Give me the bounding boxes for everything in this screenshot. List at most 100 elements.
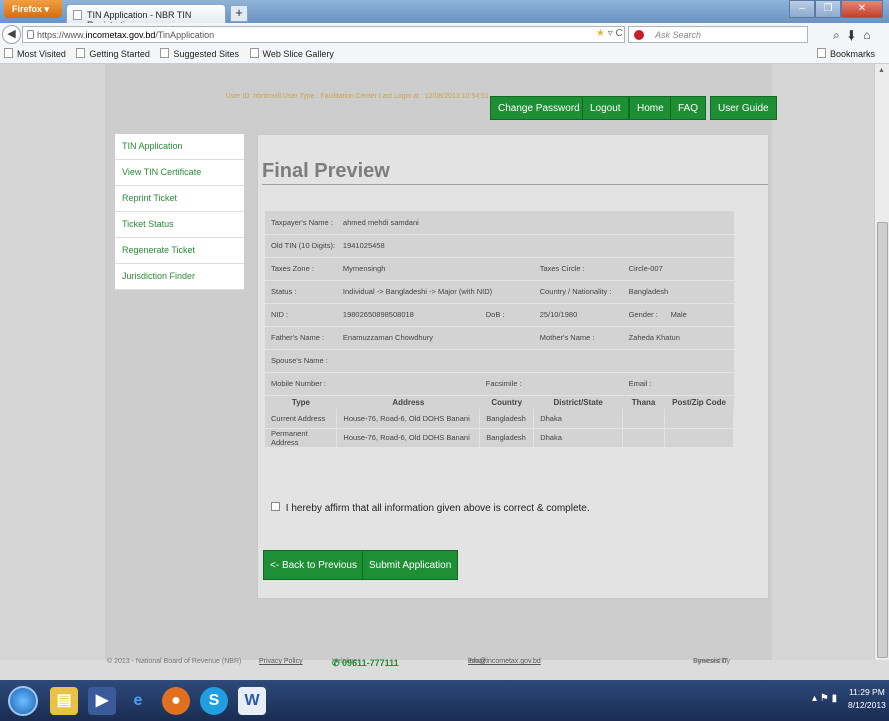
address-type: Permanent Address (265, 428, 338, 448)
change-password-button[interactable]: Change Password (490, 96, 588, 120)
scrollbar-thumb[interactable] (877, 222, 888, 658)
flag-icon[interactable]: ⚑ (820, 693, 829, 704)
sidebar-item-view-tin-certificate[interactable]: View TIN Certificate (115, 160, 244, 186)
new-tab-button[interactable]: + (230, 5, 248, 22)
bookmark-item[interactable]: Suggested Sites (160, 48, 243, 59)
header-buttons: Logout (582, 96, 629, 120)
field-value: Zaheda Khatun (622, 326, 734, 350)
field-label: Gender : (622, 303, 665, 327)
bookmark-page-icon (76, 48, 86, 58)
internet-explorer-icon[interactable]: e (124, 687, 152, 715)
user-guide-button[interactable]: User Guide (710, 96, 777, 120)
reload-icon[interactable]: ▿ C (608, 28, 623, 39)
close-icon[interactable]: ✕ (841, 0, 883, 18)
bookmark-page-icon (249, 48, 259, 58)
window-controls: – ❐ ✕ (789, 0, 883, 18)
bookmark-item[interactable]: Getting Started (76, 48, 154, 59)
scroll-up-icon[interactable]: ▲ (878, 67, 885, 74)
word-icon[interactable]: W (238, 687, 266, 715)
column-header: District/State (553, 397, 603, 407)
affirm-checkbox[interactable] (271, 502, 280, 511)
firefox-menu-button[interactable]: Firefox ▾ (4, 0, 62, 18)
affirm-label: I hereby affirm that all information giv… (285, 503, 590, 514)
sidebar-item-tin-application[interactable]: TIN Application (115, 134, 244, 160)
column-header: Thana (631, 397, 656, 407)
url-path: /TinApplication (155, 30, 215, 40)
bookmark-item[interactable]: Web Slice Gallery (249, 48, 338, 59)
media-player-icon[interactable]: ▶ (88, 687, 116, 715)
bookmarks-menu-button[interactable]: Bookmarks (816, 48, 879, 59)
header-buttons: User Guide (710, 96, 777, 120)
address-district: Dhaka (533, 409, 624, 429)
column-header: Type (291, 397, 310, 407)
field-label: Mother's Name : (533, 326, 623, 350)
email-link[interactable]: info@incometax.gov.bd (468, 658, 541, 665)
url-host: incometax.gov.bd (85, 30, 156, 40)
field-label: NID : (265, 303, 337, 327)
column-header: Address (392, 397, 425, 407)
helpline-number: ✆ 09611-777111 (332, 658, 399, 668)
table-row: Current Address House-76, Road-6, Old DO… (265, 409, 734, 429)
table-row: Status : Individual -> Bangladeshi -> Ma… (265, 280, 734, 304)
download-icon[interactable]: ⬇ (848, 28, 863, 42)
table-row: Permanent Address House-76, Road-6, Old … (265, 428, 734, 448)
field-label: DoB : (479, 303, 534, 327)
field-value: ahmed mehdi samdani (336, 211, 734, 235)
url-prefix: https://www. (37, 30, 86, 40)
sidebar-item-regenerate-ticket[interactable]: Regenerate Ticket (115, 238, 244, 264)
url-bar[interactable]: https://www.incometax.gov.bd/TinApplicat… (22, 26, 625, 43)
home-icon[interactable]: ⌂ (863, 28, 878, 42)
tray-arrow-icon[interactable]: ▴ (812, 693, 817, 704)
address-thana (622, 428, 666, 448)
powered-by: Powered by Synesis IT (693, 658, 730, 665)
clock-time: 11:29 PM (849, 687, 885, 697)
minimize-icon[interactable]: – (789, 0, 815, 18)
field-label: Country / Nationality : (533, 280, 623, 304)
explorer-icon[interactable]: ▤ (50, 687, 78, 715)
field-label: Taxpayer's Name : (265, 211, 337, 235)
field-value: Enamuzzaman Chowdhury (336, 326, 534, 350)
start-button[interactable] (8, 686, 38, 716)
maximize-icon[interactable]: ❐ (815, 0, 841, 18)
preview-table: Taxpayer's Name : ahmed mehdi samdani Ol… (265, 211, 734, 448)
affirm-row: I hereby affirm that all information giv… (271, 502, 590, 514)
privacy-policy-link[interactable]: Privacy Policy (259, 658, 303, 665)
back-arrow-icon[interactable]: ◀ (2, 25, 21, 44)
title-divider (262, 184, 768, 185)
address-text: House-76, Road-6, Old DOHS Banani (336, 409, 481, 429)
faq-button[interactable]: FAQ (670, 96, 707, 120)
field-label: Mobile Number : (265, 372, 480, 396)
copyright-text: © 2013 - National Board of Revenue (NBR) (107, 658, 242, 665)
back-to-previous-button[interactable]: <- Back to Previous (263, 550, 364, 580)
field-label: Father's Name : (265, 326, 337, 350)
field-value: Circle-007 (622, 257, 734, 281)
page-favicon-icon (73, 10, 82, 20)
skype-icon[interactable]: S (200, 687, 228, 715)
system-clock[interactable]: 11:29 PM 8/12/2013 (848, 686, 886, 712)
address-header-row: Type Address Country District/State Than… (265, 395, 734, 409)
field-label: Facsimile : (479, 372, 623, 396)
search-placeholder: Ask Search (655, 30, 702, 40)
header-buttons: Change Password (490, 96, 588, 120)
address-text: House-76, Road-6, Old DOHS Banani (336, 428, 481, 448)
sidebar-item-jurisdiction-finder[interactable]: Jurisdiction Finder (115, 264, 244, 290)
browser-tab[interactable]: TIN Application - NBR TIN Registration (66, 4, 226, 30)
vertical-scrollbar[interactable]: ▲ (874, 64, 889, 660)
sidebar-item-reprint-ticket[interactable]: Reprint Ticket (115, 186, 244, 212)
bookmarks-menu-icon (816, 48, 826, 58)
firefox-icon[interactable]: ● (162, 687, 190, 715)
bookmark-item[interactable]: Most Visited (4, 48, 70, 59)
search-input[interactable]: Ask Search (628, 26, 808, 43)
field-value: 19802650898508018 (336, 303, 480, 327)
home-button[interactable]: Home (629, 96, 672, 120)
logout-button[interactable]: Logout (582, 96, 629, 120)
submit-application-button[interactable]: Submit Application (362, 550, 459, 580)
bookmark-star-icon[interactable]: ★ (596, 28, 605, 39)
clock-date: 8/12/2013 (848, 700, 886, 710)
sidebar-item-ticket-status[interactable]: Ticket Status (115, 212, 244, 238)
table-row: Old TIN (10 Digits): 1941025458 (265, 234, 734, 258)
battery-icon[interactable]: ▮ (832, 693, 838, 704)
search-icon[interactable]: ⌕ (833, 28, 848, 42)
field-value: 25/10/1980 (533, 303, 623, 327)
field-value: Bangladesh (622, 280, 734, 304)
